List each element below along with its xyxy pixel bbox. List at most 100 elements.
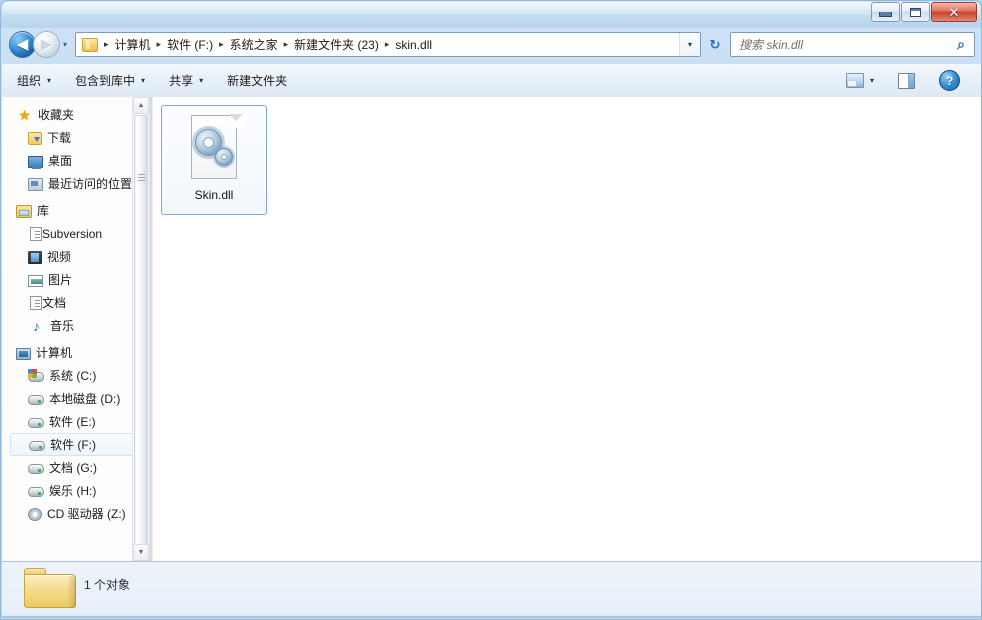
address-dropdown-button[interactable]: ▾: [679, 33, 700, 56]
dll-file-icon: [186, 115, 242, 181]
file-list-view[interactable]: Skin.dll: [153, 97, 981, 569]
cd-drive-icon: [28, 508, 42, 521]
sidebar-item-documents[interactable]: 文档: [2, 291, 149, 314]
preview-pane-button[interactable]: [889, 69, 924, 93]
help-button[interactable]: ?: [930, 66, 969, 95]
status-text: 1 个对象: [84, 576, 130, 593]
breadcrumb-item-0[interactable]: 计算机: [113, 36, 153, 53]
sidebar-label: 图片: [48, 271, 72, 288]
chevron-down-icon: ▾: [199, 77, 203, 85]
sidebar-label: 视频: [47, 248, 71, 265]
new-folder-label: 新建文件夹: [227, 72, 287, 89]
document-icon: [30, 227, 42, 241]
folder-icon: [82, 38, 98, 52]
star-icon: ★: [16, 107, 33, 123]
sidebar-label: 最近访问的位置: [48, 175, 132, 192]
sidebar-item-computer[interactable]: 计算机: [2, 341, 149, 364]
sidebar-item-videos[interactable]: 视频: [2, 245, 149, 268]
breadcrumb-separator: ▸: [280, 40, 293, 49]
scroll-up-button[interactable]: ▲: [133, 97, 149, 114]
breadcrumb-separator: ▸: [153, 40, 166, 49]
scrollbar-grip-icon: [138, 174, 145, 181]
file-name-label: Skin.dll: [195, 188, 234, 202]
sidebar-scrollbar[interactable]: ▲ ▼: [132, 97, 149, 561]
include-in-library-button[interactable]: 包含到库中 ▾: [66, 68, 154, 93]
sidebar-item-pictures[interactable]: 图片: [2, 268, 149, 291]
pictures-icon: [28, 275, 43, 287]
chevron-down-icon: ▾: [870, 77, 874, 85]
new-folder-button[interactable]: 新建文件夹: [218, 68, 296, 93]
titlebar-glass: [2, 2, 980, 15]
breadcrumb-separator: ▸: [381, 40, 394, 49]
nav-group-computer: 计算机 系统 (C:) 本地磁盘 (D:) 软件 (E:) 软件 (F:): [2, 341, 149, 525]
sidebar-label: 娱乐 (H:): [49, 482, 96, 499]
sidebar-item-recent-places[interactable]: 最近访问的位置: [2, 172, 149, 195]
command-toolbar: 组织 ▾ 包含到库中 ▾ 共享 ▾ 新建文件夹 ▾ ?: [2, 64, 981, 98]
search-box[interactable]: 搜索 skin.dll ⌕: [730, 32, 975, 57]
forward-arrow-icon: ▶: [41, 37, 53, 52]
maximize-button[interactable]: [901, 2, 930, 22]
library-icon: [16, 205, 32, 218]
sidebar-item-drive-z[interactable]: CD 驱动器 (Z:): [2, 502, 149, 525]
share-label: 共享: [169, 72, 193, 89]
scroll-down-button[interactable]: ▼: [133, 544, 149, 561]
organize-button[interactable]: 组织 ▾: [8, 68, 60, 93]
sidebar-item-drive-c[interactable]: 系统 (C:): [2, 364, 149, 387]
view-mode-icon: [846, 73, 864, 88]
caret-down-icon: ▼: [138, 549, 145, 556]
drive-icon: [28, 395, 44, 405]
sidebar-label: 本地磁盘 (D:): [49, 390, 120, 407]
breadcrumb: ▸ 计算机 ▸ 软件 (F:) ▸ 系统之家 ▸ 新建文件夹 (23) ▸ sk…: [76, 36, 679, 53]
refresh-button[interactable]: ↻: [704, 33, 726, 56]
close-button[interactable]: ✕: [931, 2, 977, 22]
sidebar-item-drive-h[interactable]: 娱乐 (H:): [2, 479, 149, 502]
sidebar-label: 软件 (E:): [49, 413, 96, 430]
sidebar-label: 桌面: [48, 152, 72, 169]
nav-group-favorites: ★ 收藏夹 下载 桌面 最近访问的位置: [2, 103, 149, 195]
breadcrumb-item-3[interactable]: 新建文件夹 (23): [292, 36, 381, 53]
share-button[interactable]: 共享 ▾: [160, 68, 212, 93]
breadcrumb-item-2[interactable]: 系统之家: [228, 36, 280, 53]
sidebar-item-drive-g[interactable]: 文档 (G:): [2, 456, 149, 479]
sidebar-label: 库: [37, 202, 49, 219]
sidebar-label: 音乐: [50, 317, 74, 334]
help-icon: ?: [939, 70, 960, 91]
desktop-icon: [28, 156, 43, 168]
system-drive-icon: [28, 372, 44, 382]
sidebar-item-favorites[interactable]: ★ 收藏夹: [2, 103, 149, 126]
downloads-folder-icon: [28, 132, 42, 145]
recent-places-icon: [28, 178, 43, 191]
back-button[interactable]: ◀: [9, 31, 36, 58]
address-box[interactable]: ▸ 计算机 ▸ 软件 (F:) ▸ 系统之家 ▸ 新建文件夹 (23) ▸ sk…: [75, 32, 701, 57]
sidebar-item-drive-d[interactable]: 本地磁盘 (D:): [2, 387, 149, 410]
sidebar-label: Subversion: [42, 227, 102, 241]
sidebar-item-music[interactable]: ♪ 音乐: [2, 314, 149, 337]
scrollbar-thumb[interactable]: [134, 115, 148, 560]
sidebar-item-desktop[interactable]: 桌面: [2, 149, 149, 172]
change-view-button[interactable]: ▾: [837, 69, 883, 92]
search-icon: ⌕: [948, 36, 974, 53]
list-item[interactable]: Skin.dll: [161, 105, 267, 215]
search-input[interactable]: 搜索 skin.dll: [731, 36, 948, 53]
title-bar: ✕: [1, 1, 981, 28]
breadcrumb-item-4[interactable]: skin.dll: [393, 38, 434, 52]
maximize-icon: [910, 8, 921, 17]
breadcrumb-item-1[interactable]: 软件 (F:): [165, 36, 215, 53]
minimize-icon: [879, 12, 892, 17]
sidebar-item-downloads[interactable]: 下载: [2, 126, 149, 149]
sidebar-item-subversion[interactable]: Subversion: [2, 222, 149, 245]
caret-up-icon: ▲: [138, 102, 145, 109]
sidebar-label: 文档: [42, 294, 66, 311]
chevron-down-icon: ▾: [47, 77, 51, 85]
explorer-body: ★ 收藏夹 下载 桌面 最近访问的位置: [2, 97, 981, 561]
folder-shade: [67, 576, 76, 608]
sidebar-item-libraries[interactable]: 库: [2, 199, 149, 222]
sidebar-item-drive-f[interactable]: 软件 (F:): [10, 433, 145, 456]
address-bar-row: ◀ ▶ ▾ ▸ 计算机 ▸ 软件 (F:) ▸ 系统之家 ▸ 新建文件夹 (23…: [1, 28, 982, 64]
sidebar-item-drive-e[interactable]: 软件 (E:): [2, 410, 149, 433]
explorer-window: ✕ ◀ ▶ ▾ ▸ 计算机 ▸ 软件 (F:) ▸ 系统之家 ▸: [0, 0, 982, 620]
forward-button[interactable]: ▶: [33, 31, 60, 58]
minimize-button[interactable]: [871, 2, 900, 22]
organize-label: 组织: [17, 72, 41, 89]
history-dropdown-icon[interactable]: ▾: [63, 41, 67, 49]
